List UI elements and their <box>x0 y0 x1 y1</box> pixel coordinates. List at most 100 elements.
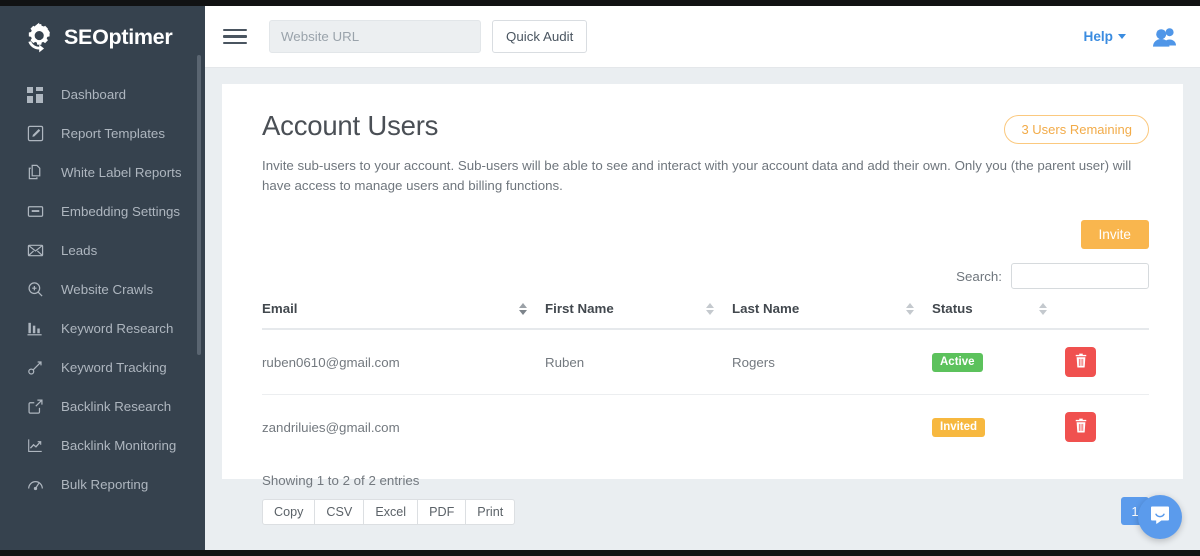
account-users-card: Account Users 3 Users Remaining Invite s… <box>222 84 1183 479</box>
sidebar-item-keyword-research[interactable]: Keyword Research <box>0 309 205 348</box>
showing-entries-text: Showing 1 to 2 of 2 entries <box>262 473 1121 488</box>
column-label: Email <box>262 301 297 316</box>
sidebar-item-leads[interactable]: Leads <box>0 231 205 270</box>
cell-first-name: Ruben <box>545 329 732 395</box>
sort-toggle-email[interactable] <box>519 303 545 315</box>
sidebar-item-website-crawls[interactable]: Website Crawls <box>0 270 205 309</box>
sidebar-item-white-label-reports[interactable]: White Label Reports <box>0 153 205 192</box>
external-link-icon <box>26 398 44 416</box>
table-header-row: Email First Name <box>262 301 1149 329</box>
embed-window-icon <box>26 203 44 221</box>
cell-actions <box>1065 329 1149 395</box>
quick-audit-button[interactable]: Quick Audit <box>492 20 587 53</box>
brand-name: SEOptimer <box>64 25 172 50</box>
invite-row: Invite <box>262 220 1149 249</box>
sidebar-item-label: Keyword Tracking <box>61 360 167 375</box>
column-header-last-name[interactable]: Last Name <box>732 301 932 329</box>
website-url-input[interactable] <box>269 20 481 53</box>
sidebar-item-keyword-tracking[interactable]: Keyword Tracking <box>0 348 205 387</box>
sidebar-item-backlink-monitoring[interactable]: Backlink Monitoring <box>0 426 205 465</box>
users-remaining-badge[interactable]: 3 Users Remaining <box>1004 115 1149 144</box>
help-menu[interactable]: Help <box>1084 29 1126 44</box>
grid-dashboard-icon <box>26 86 44 104</box>
caret-down-icon <box>1118 34 1126 39</box>
sidebar-item-backlink-research[interactable]: Backlink Research <box>0 387 205 426</box>
sort-toggle-first-name[interactable] <box>706 303 732 315</box>
sidebar-item-embedding-settings[interactable]: Embedding Settings <box>0 192 205 231</box>
cell-email: zandriluies@gmail.com <box>262 395 545 460</box>
cell-last-name: Rogers <box>732 329 932 395</box>
people-users-icon[interactable] <box>1152 26 1178 48</box>
sidebar-item-label: White Label Reports <box>61 165 181 180</box>
trash-icon <box>1074 353 1088 371</box>
page-description: Invite sub-users to your account. Sub-us… <box>262 156 1149 196</box>
column-header-email[interactable]: Email <box>262 301 545 329</box>
sidebar-scrollbar[interactable] <box>197 55 201 355</box>
sidebar-item-report-templates[interactable]: Report Templates <box>0 114 205 153</box>
letterbox-top <box>0 0 1200 6</box>
speedometer-icon <box>26 476 44 494</box>
table-head: Email First Name <box>262 301 1149 329</box>
cell-last-name <box>732 395 932 460</box>
status-badge: Active <box>932 353 983 372</box>
copy-documents-icon <box>26 164 44 182</box>
export-print-button[interactable]: Print <box>466 499 515 525</box>
table-row: zandriluies@gmail.com Invited <box>262 395 1149 460</box>
search-plus-icon <box>26 281 44 299</box>
hamburger-menu-icon[interactable] <box>223 27 247 47</box>
column-label: Last Name <box>732 301 799 316</box>
sort-toggle-status[interactable] <box>1039 303 1065 315</box>
pencil-square-icon <box>26 125 44 143</box>
sidebar-item-label: Website Crawls <box>61 282 153 297</box>
sidebar-item-label: Embedding Settings <box>61 204 180 219</box>
gear-refresh-icon <box>24 22 55 53</box>
cell-email: ruben0610@gmail.com <box>262 329 545 395</box>
cell-status: Active <box>932 329 1065 395</box>
line-chart-icon <box>26 437 44 455</box>
sidebar-item-bulk-reporting[interactable]: Bulk Reporting <box>0 465 205 504</box>
invite-button[interactable]: Invite <box>1081 220 1150 249</box>
trash-icon <box>1074 418 1088 436</box>
topbar: Quick Audit Help <box>205 6 1200 68</box>
help-label: Help <box>1084 29 1113 44</box>
letterbox-bottom <box>0 550 1200 556</box>
users-table: Email First Name <box>262 301 1149 459</box>
cell-actions <box>1065 395 1149 460</box>
column-label: First Name <box>545 301 614 316</box>
sidebar-item-label: Backlink Research <box>61 399 171 414</box>
export-pdf-button[interactable]: PDF <box>418 499 466 525</box>
delete-user-button[interactable] <box>1065 347 1096 377</box>
status-badge: Invited <box>932 418 985 437</box>
sidebar-item-label: Dashboard <box>61 87 126 102</box>
column-label: Status <box>932 301 973 316</box>
magnet-arrow-icon <box>26 359 44 377</box>
sidebar-item-label: Bulk Reporting <box>61 477 148 492</box>
sidebar-item-label: Backlink Monitoring <box>61 438 176 453</box>
page-title: Account Users <box>262 110 438 142</box>
sidebar-item-label: Leads <box>61 243 97 258</box>
export-csv-button[interactable]: CSV <box>315 499 364 525</box>
delete-user-button[interactable] <box>1065 412 1096 442</box>
sidebar-item-dashboard[interactable]: Dashboard <box>0 75 205 114</box>
table-body: ruben0610@gmail.com Ruben Rogers Active <box>262 329 1149 459</box>
search-input[interactable] <box>1011 263 1149 289</box>
card-header: Account Users 3 Users Remaining <box>262 110 1149 144</box>
column-header-first-name[interactable]: First Name <box>545 301 732 329</box>
envelope-icon <box>26 242 44 260</box>
export-copy-button[interactable]: Copy <box>262 499 315 525</box>
sidebar: SEOptimer Dashboard Report Templates Whi… <box>0 0 205 556</box>
search-label: Search: <box>956 269 1002 284</box>
export-buttons: Copy CSV Excel PDF Print <box>262 499 1121 525</box>
content-area: Account Users 3 Users Remaining Invite s… <box>205 68 1200 556</box>
intercom-chat-button[interactable] <box>1138 495 1182 539</box>
footer-left: Showing 1 to 2 of 2 entries Copy CSV Exc… <box>262 473 1121 525</box>
app-root: SEOptimer Dashboard Report Templates Whi… <box>0 0 1200 556</box>
sort-toggle-last-name[interactable] <box>906 303 932 315</box>
export-excel-button[interactable]: Excel <box>364 499 418 525</box>
cell-status: Invited <box>932 395 1065 460</box>
brand-logo-link[interactable]: SEOptimer <box>0 6 205 68</box>
sidebar-nav: Dashboard Report Templates White Label R… <box>0 75 205 504</box>
column-header-status[interactable]: Status <box>932 301 1065 329</box>
bar-chart-icon <box>26 320 44 338</box>
main-column: Quick Audit Help Account Users <box>205 0 1200 556</box>
